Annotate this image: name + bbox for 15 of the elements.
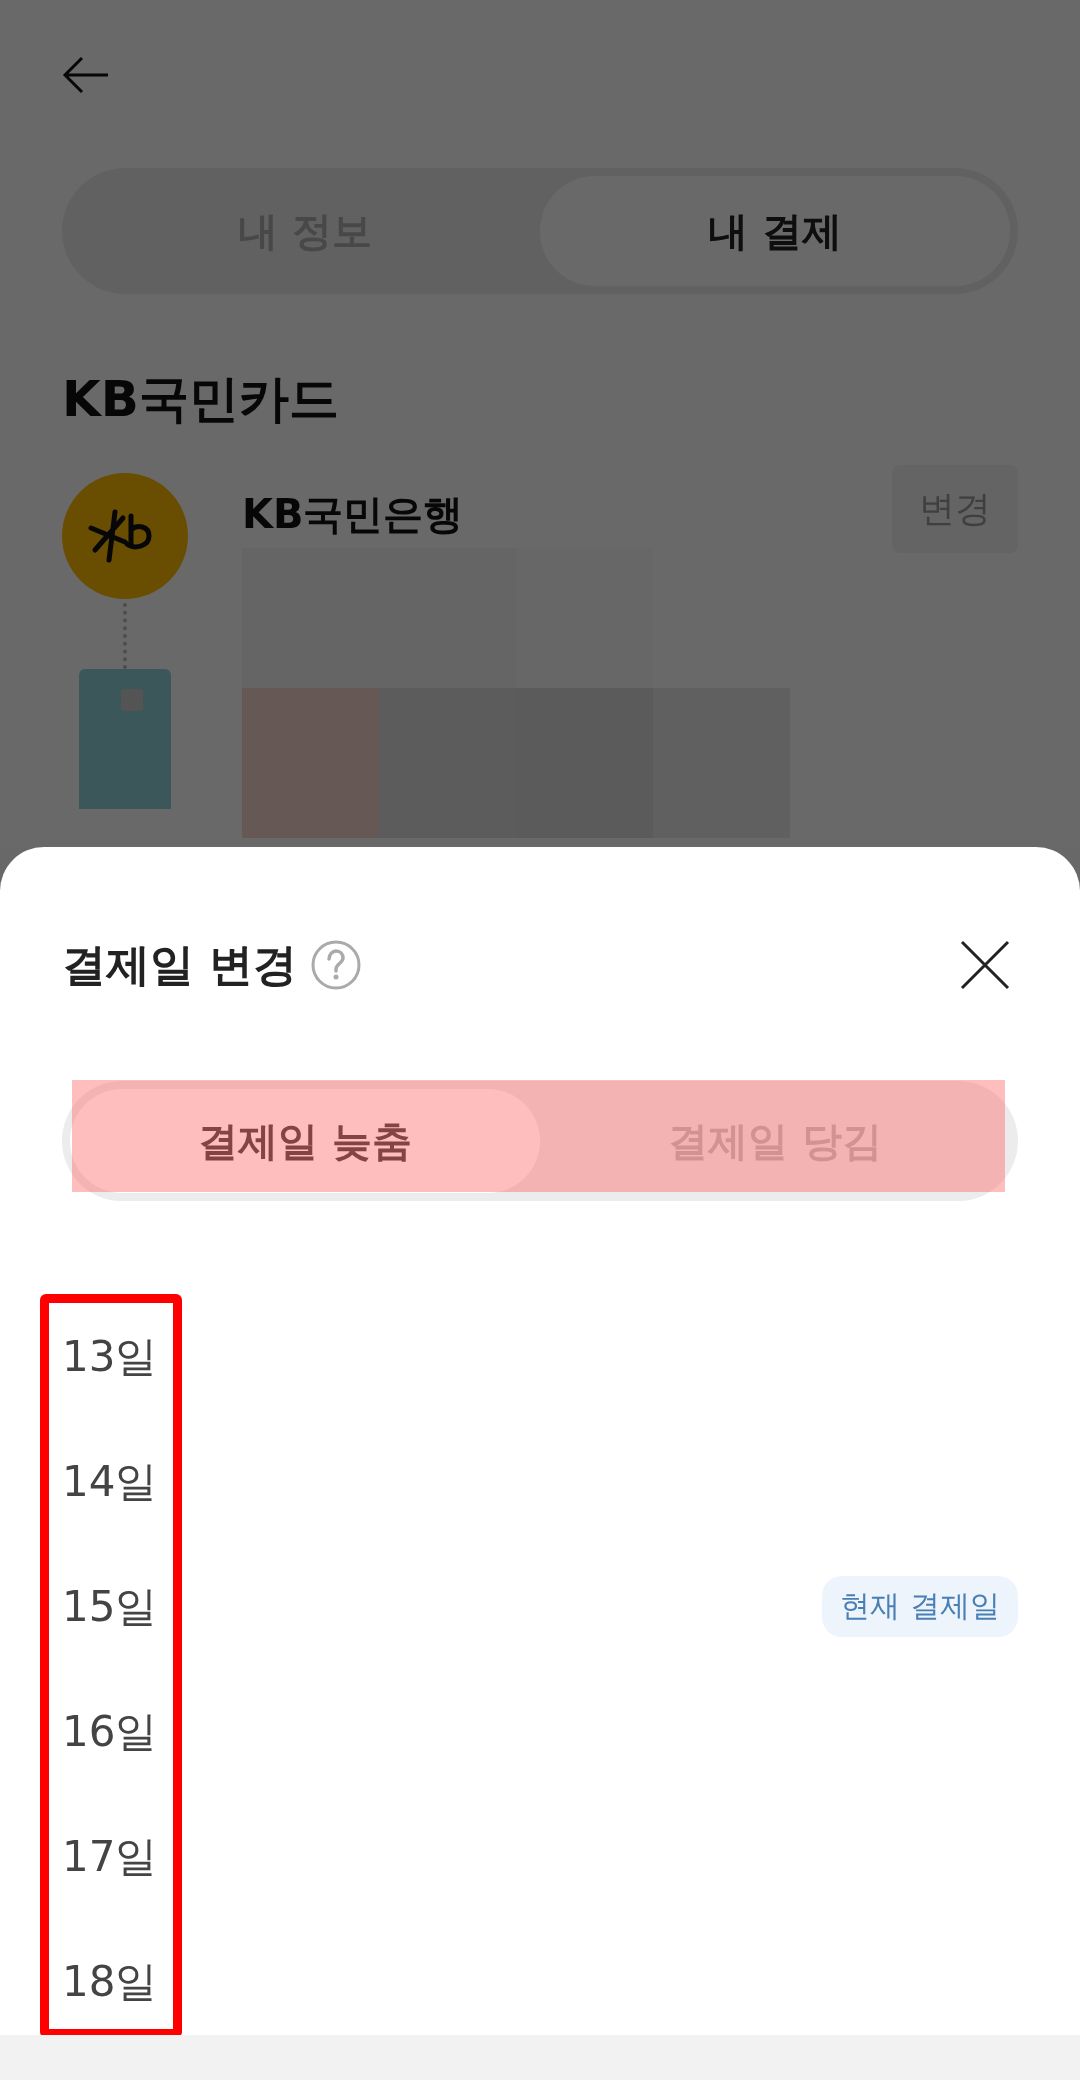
current-date-badge: 현재 결제일 xyxy=(822,1576,1018,1637)
help-icon[interactable] xyxy=(311,940,362,990)
day-option[interactable]: 13일 xyxy=(62,1328,158,1385)
sheet-title: 결제일 변경 xyxy=(62,937,298,992)
bank-name: KB국민은행 xyxy=(242,490,465,539)
day-option[interactable]: 18일 xyxy=(62,1953,158,2010)
card-company-title: KB국민카드 xyxy=(62,369,340,430)
close-icon[interactable] xyxy=(960,940,1010,990)
day-option[interactable]: 17일 xyxy=(62,1828,158,1885)
day-option[interactable]: 15일 xyxy=(62,1578,158,1635)
day-option[interactable]: 14일 xyxy=(62,1453,158,1510)
back-arrow-icon[interactable] xyxy=(62,55,110,95)
segment-tab[interactable]: 내 결제 xyxy=(540,176,1010,286)
segment-tab[interactable]: 결제일 늦춤 xyxy=(70,1089,540,1193)
day-option[interactable]: 16일 xyxy=(62,1703,158,1760)
